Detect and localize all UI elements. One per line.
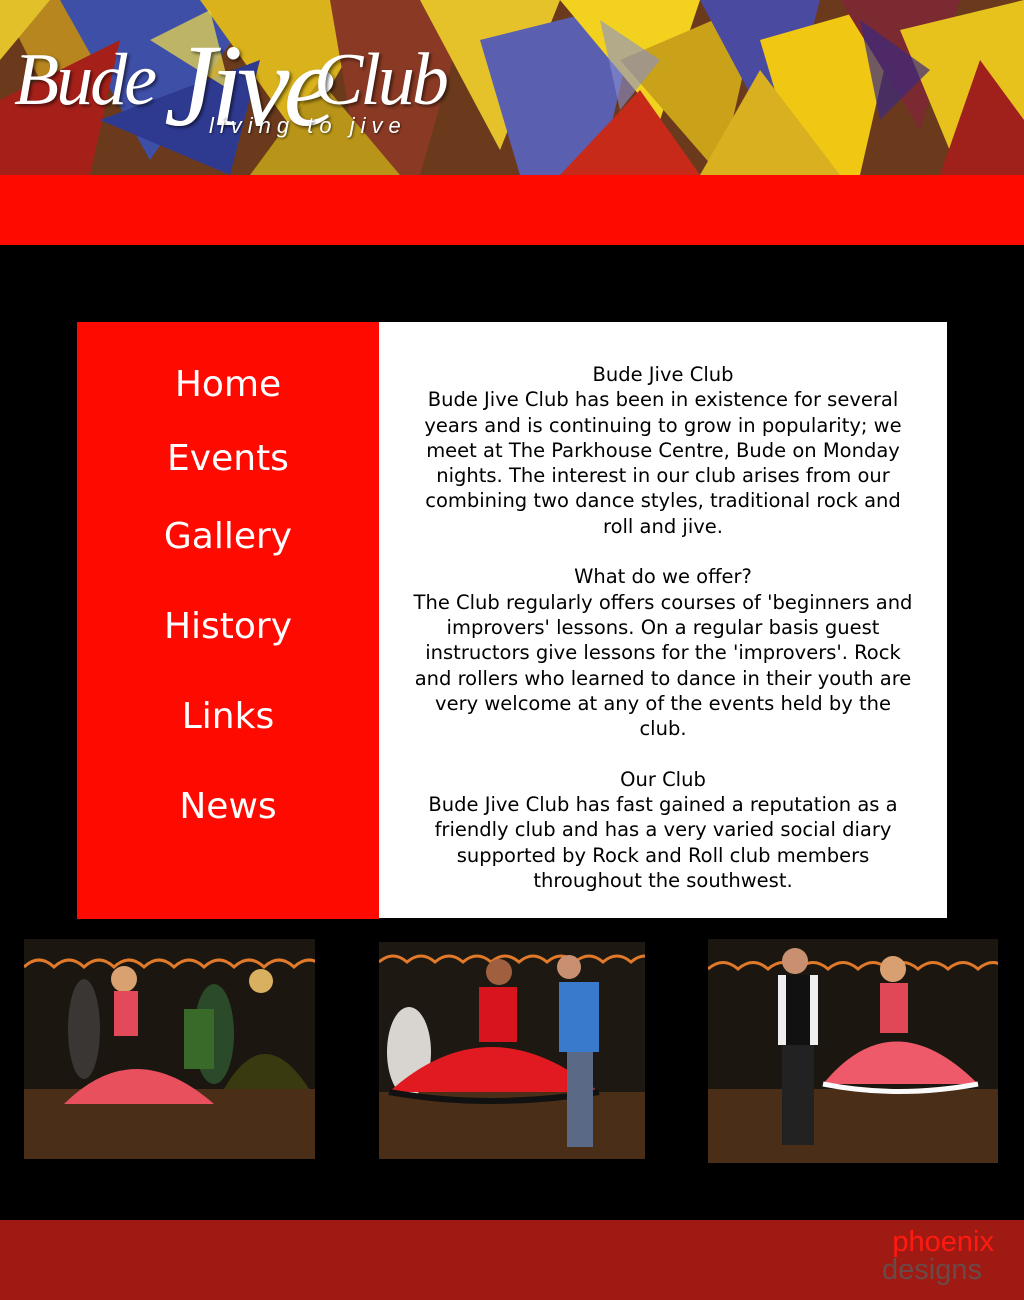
main-nav: Home Events Gallery History Links News xyxy=(77,322,379,919)
nav-link-history[interactable]: History xyxy=(77,606,379,647)
gallery-photo-3[interactable] xyxy=(708,939,998,1163)
credit-line-2: designs xyxy=(882,1254,982,1286)
content-text: Bude Jive Club Bude Jive Club has been i… xyxy=(409,362,917,919)
nav-link-events[interactable]: Events xyxy=(77,438,379,479)
section-heading: Bude Jive Club xyxy=(592,363,734,386)
credit-line-1: phoenix xyxy=(892,1226,994,1258)
content-panel: Bude Jive Club Bude Jive Club has been i… xyxy=(379,322,947,918)
section-offer: What do we offer? The Club regularly off… xyxy=(409,564,917,741)
nav-link-home[interactable]: Home xyxy=(77,364,379,405)
nav-link-news[interactable]: News xyxy=(77,786,379,827)
header-red-bar xyxy=(0,175,1024,245)
logo-word-1: Bude xyxy=(14,39,157,121)
section-body: Bude Jive Club has fast gained a reputat… xyxy=(428,793,898,892)
section-heading: What do we offer? xyxy=(574,565,752,589)
section-heading: Our Club xyxy=(620,767,706,791)
logo-tagline: living to jive xyxy=(209,113,407,138)
gallery-photo-2[interactable] xyxy=(379,942,645,1159)
logo-word-3: Club xyxy=(314,39,449,121)
site-logo[interactable]: Bude Jive Club living to jive xyxy=(14,20,454,151)
header-banner: Bude Jive Club living to jive xyxy=(0,0,1024,175)
section-body: The Club regularly offers courses of 'be… xyxy=(413,590,913,741)
photo-dancers-3 xyxy=(708,939,998,1163)
section-our-club: Our Club Bude Jive Club has fast gained … xyxy=(409,767,917,893)
photo-dancers-2 xyxy=(379,942,645,1159)
nav-link-gallery[interactable]: Gallery xyxy=(77,516,379,557)
designer-credit-link[interactable]: phoenix designs xyxy=(882,1226,994,1286)
nav-link-links[interactable]: Links xyxy=(77,696,379,737)
section-intro: Bude Jive Club Bude Jive Club has been i… xyxy=(409,362,917,539)
footer: phoenix designs xyxy=(0,1220,1024,1300)
photo-dancers-1 xyxy=(24,939,315,1159)
gallery-photo-1[interactable] xyxy=(24,939,315,1159)
section-body: Bude Jive Club has been in existence for… xyxy=(424,388,902,538)
